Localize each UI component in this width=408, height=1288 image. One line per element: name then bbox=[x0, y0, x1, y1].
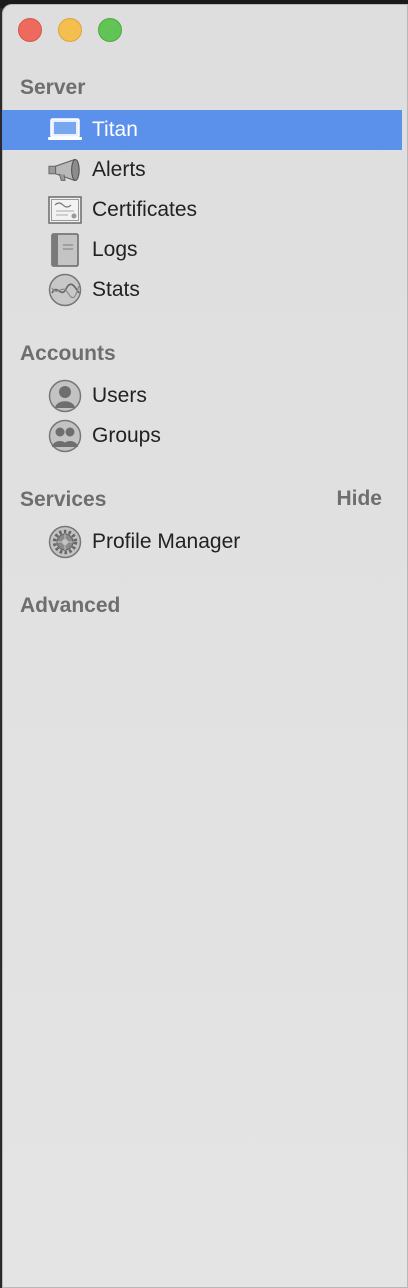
sidebar-item-groups[interactable]: Groups bbox=[2, 416, 402, 456]
section-heading-services: Services bbox=[20, 488, 107, 511]
sidebar-item-users[interactable]: Users bbox=[2, 376, 402, 416]
laptop-icon bbox=[48, 114, 82, 146]
sidebar-item-label: Alerts bbox=[92, 158, 146, 181]
log-book-icon bbox=[48, 233, 82, 267]
sidebar-item-label: Logs bbox=[92, 238, 138, 261]
sidebar-item-label: Stats bbox=[92, 278, 140, 301]
sidebar-item-label: Profile Manager bbox=[92, 530, 241, 553]
section-heading-accounts: Accounts bbox=[20, 342, 116, 365]
sidebar-item-label: Titan bbox=[92, 118, 138, 141]
megaphone-icon bbox=[48, 154, 82, 186]
sidebar-item-titan[interactable]: Titan bbox=[2, 110, 402, 150]
sidebar-item-profile-manager[interactable]: Profile Manager bbox=[2, 522, 402, 562]
sidebar-item-label: Groups bbox=[92, 424, 161, 447]
section-heading-server: Server bbox=[20, 76, 86, 99]
close-button[interactable] bbox=[18, 18, 42, 42]
user-icon bbox=[48, 379, 82, 413]
group-icon bbox=[48, 419, 82, 453]
sidebar-item-logs[interactable]: Logs bbox=[2, 230, 402, 270]
gear-icon bbox=[48, 525, 82, 559]
services-hide-button[interactable]: Hide bbox=[336, 487, 382, 511]
sidebar-item-stats[interactable]: Stats bbox=[2, 270, 402, 310]
sidebar-item-label: Certificates bbox=[92, 198, 198, 221]
server-app-sidebar-window: Server Titan Alerts Certificates Logs St… bbox=[2, 4, 408, 1288]
minimize-button[interactable] bbox=[58, 18, 82, 42]
section-heading-advanced[interactable]: Advanced bbox=[20, 594, 120, 618]
sidebar-item-certificates[interactable]: Certificates bbox=[2, 190, 402, 230]
sidebar-item-label: Users bbox=[92, 384, 147, 407]
stats-graph-icon bbox=[48, 273, 82, 307]
certificate-icon bbox=[48, 194, 82, 226]
sidebar-item-alerts[interactable]: Alerts bbox=[2, 150, 402, 190]
zoom-button[interactable] bbox=[98, 18, 122, 42]
